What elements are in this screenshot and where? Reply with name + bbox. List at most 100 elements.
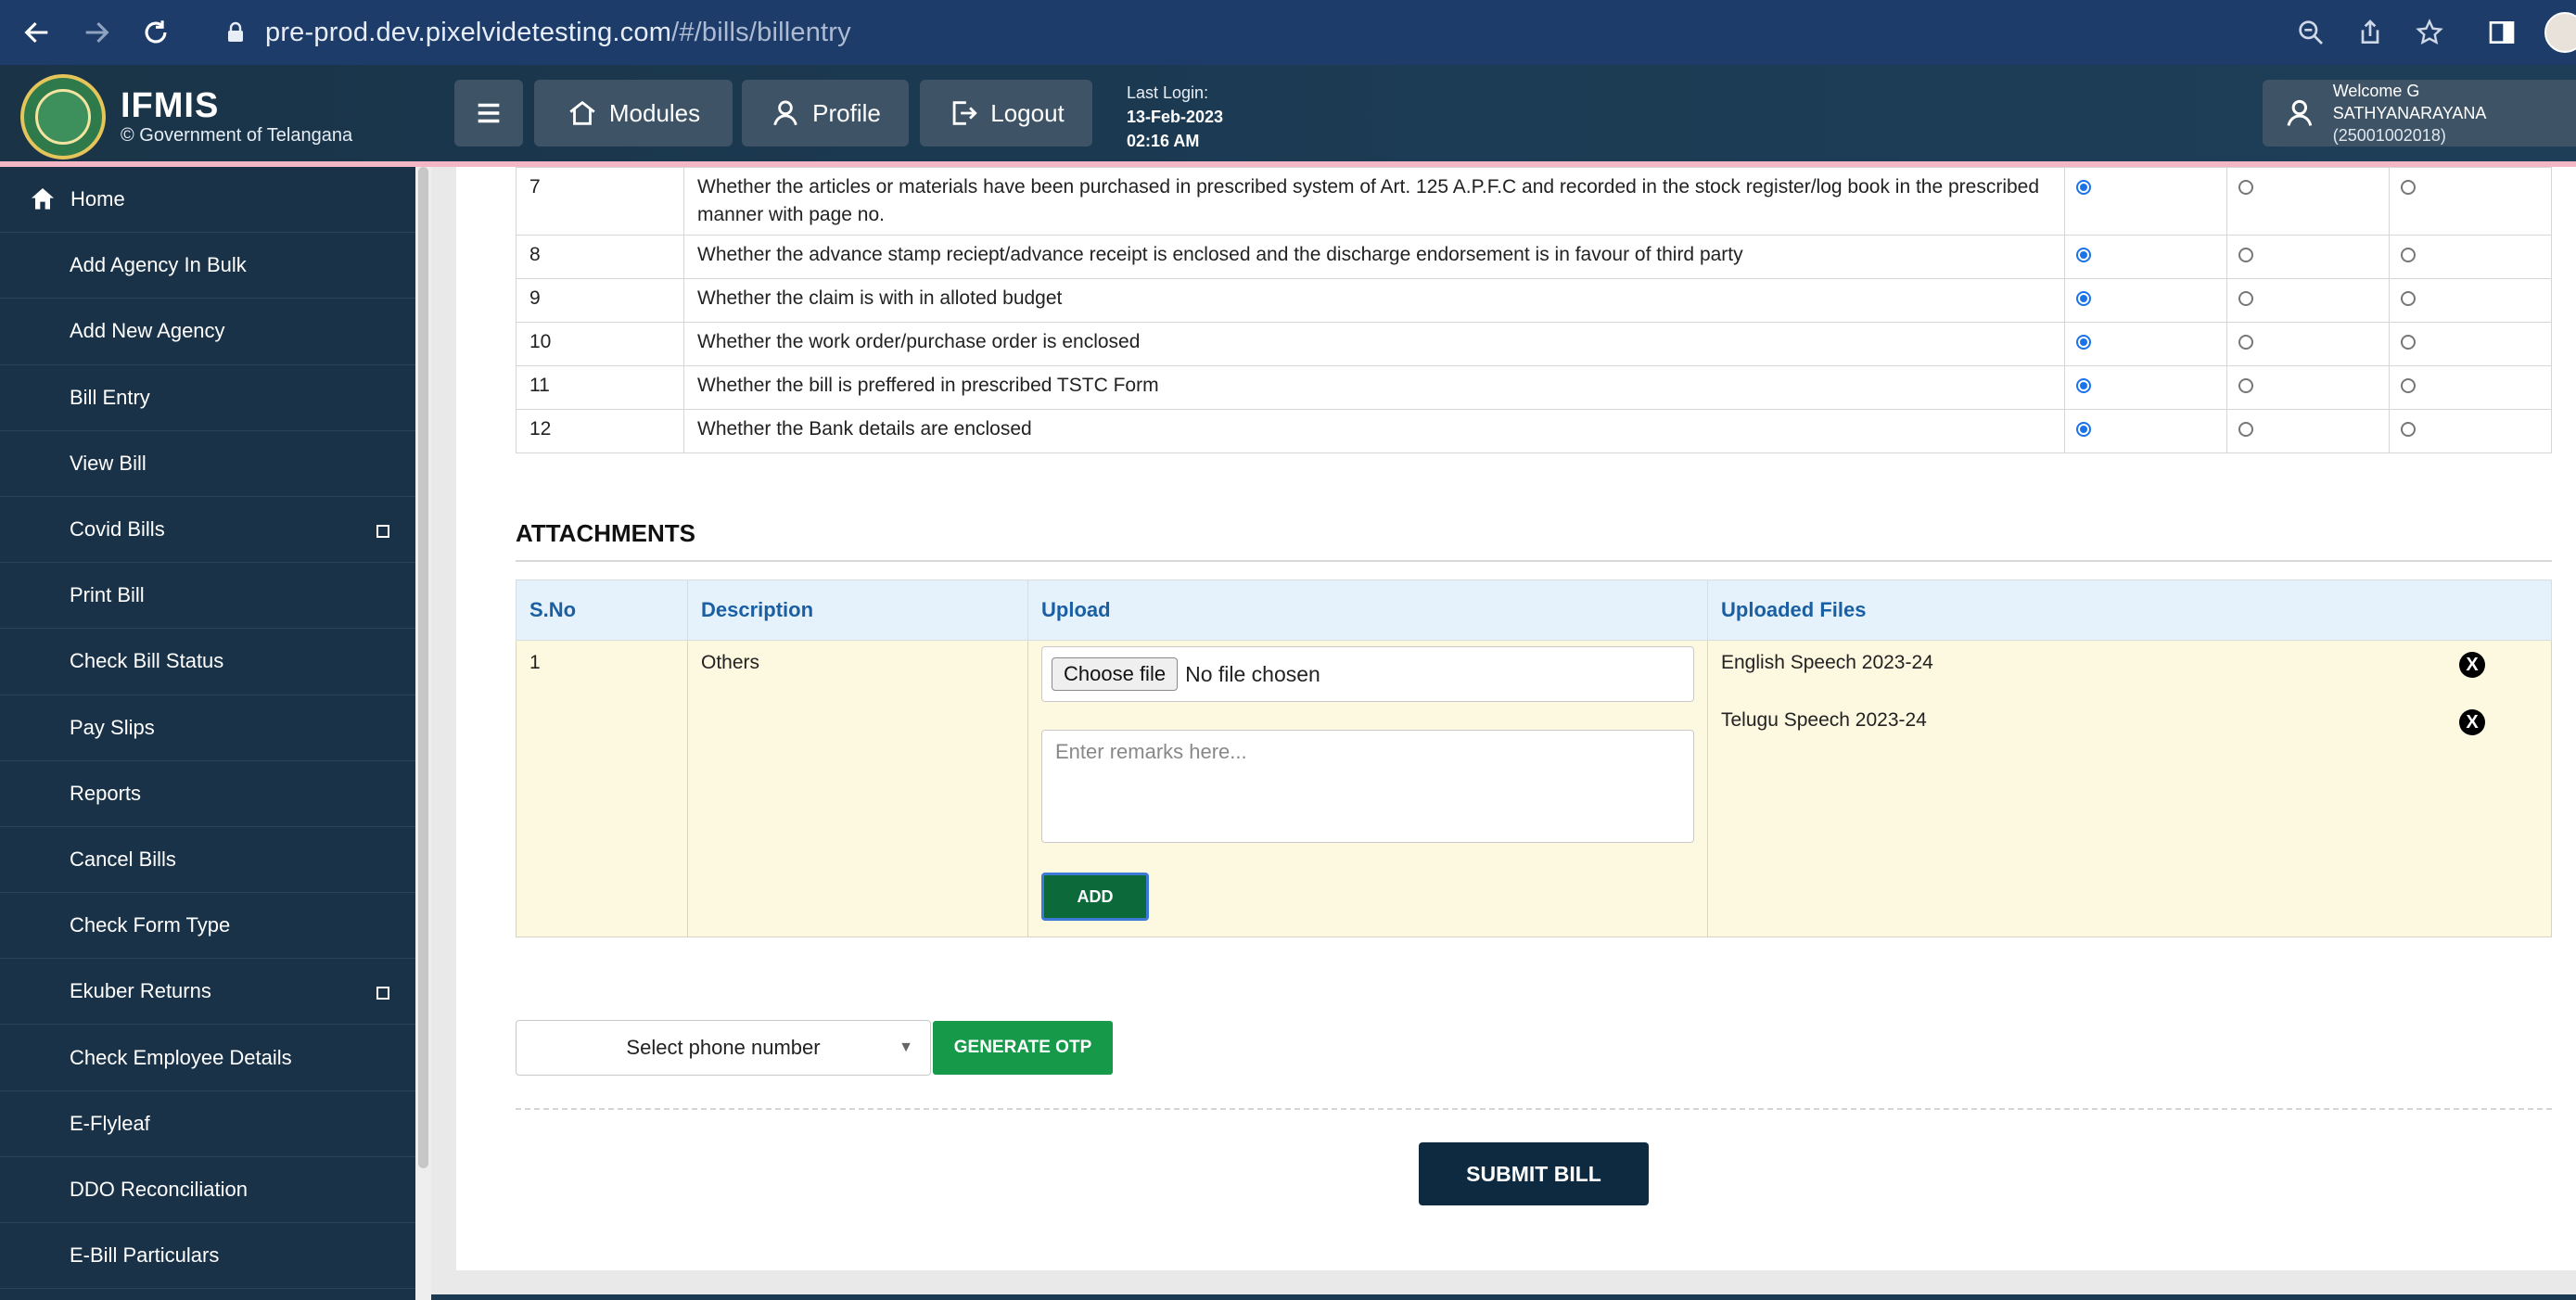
checklist-table: 7 Whether the articles or materials have… [516, 167, 2552, 453]
dropdown-caret-icon: ▼ [899, 1039, 913, 1055]
file-status-text: No file chosen [1185, 661, 1320, 686]
user-icon [2287, 99, 2313, 126]
back-icon[interactable] [7, 0, 67, 65]
choose-file-button[interactable]: Choose file [1052, 657, 1179, 691]
home-icon [32, 188, 54, 210]
radio-na[interactable] [2401, 291, 2416, 306]
sidebar-item-home[interactable]: Home [0, 167, 415, 234]
sidebar-item-covid-bills[interactable]: Covid Bills [0, 497, 415, 564]
sidebar-item-ddo-reconciliation[interactable]: DDO Reconciliation [0, 1157, 415, 1223]
app-logo[interactable]: IFMIS © Government of Telangana [20, 74, 352, 159]
column-header-description: Description [687, 580, 1028, 641]
sidebar-item-view-bill[interactable]: View Bill [0, 431, 415, 497]
expand-square-icon [376, 524, 389, 538]
row-number: 11 [516, 365, 684, 410]
sidebar-nav: Home Add Agency In Bulk Add New Agency B… [0, 167, 415, 1300]
sidebar-item-check-bill-status[interactable]: Check Bill Status [0, 629, 415, 695]
radio-na[interactable] [2401, 180, 2416, 195]
sidebar-item-ekuber-returns[interactable]: Ekuber Returns [0, 959, 415, 1026]
radio-na[interactable] [2401, 422, 2416, 437]
generate-otp-button[interactable]: GENERATE OTP [933, 1021, 1113, 1075]
table-row: 12 Whether the Bank details are enclosed [516, 409, 2552, 453]
browser-profile-avatar[interactable] [2544, 12, 2576, 53]
radio-yes[interactable] [2076, 378, 2091, 393]
user-welcome-panel[interactable]: Welcome G SATHYANARAYANA (25001002018) [2263, 80, 2576, 147]
attachments-divider [516, 560, 2552, 562]
telangana-emblem-icon [20, 74, 106, 159]
radio-no[interactable] [2238, 335, 2253, 350]
table-row: 10 Whether the work order/purchase order… [516, 322, 2552, 366]
modules-button[interactable]: Modules [534, 80, 733, 147]
uploaded-file-name[interactable]: Telugu Speech 2023-24 [1721, 709, 1927, 732]
table-row: 1 Others Choose file No file chosen Ente… [516, 640, 2552, 937]
radio-yes[interactable] [2076, 422, 2091, 437]
remove-file-icon[interactable]: X [2459, 652, 2485, 678]
sidebar-item-bill-entry[interactable]: Bill Entry [0, 365, 415, 431]
bookmark-star-icon[interactable] [2400, 0, 2459, 65]
radio-yes[interactable] [2076, 180, 2091, 195]
radio-no[interactable] [2238, 291, 2253, 306]
sidepanel-icon[interactable] [2472, 0, 2531, 65]
uploaded-file-item: English Speech 2023-24 X [1721, 652, 2500, 709]
attachments-heading: ATTACHMENTS [516, 519, 696, 547]
radio-no[interactable] [2238, 378, 2253, 393]
radio-na[interactable] [2401, 335, 2416, 350]
radio-no[interactable] [2238, 248, 2253, 262]
uploaded-file-name[interactable]: English Speech 2023-24 [1721, 652, 1933, 674]
reload-icon[interactable] [126, 0, 185, 65]
sidebar-item-reports[interactable]: Reports [0, 761, 415, 827]
sidebar-item-print-bill[interactable]: Print Bill [0, 563, 415, 630]
attachment-sno: 1 [516, 640, 688, 937]
row-number: 7 [516, 167, 684, 236]
sidebar-item-e-flyleaf[interactable]: E-Flyleaf [0, 1091, 415, 1157]
radio-na[interactable] [2401, 378, 2416, 393]
expand-square-icon [376, 987, 389, 1000]
sidebar-item-check-employee-details[interactable]: Check Employee Details [0, 1025, 415, 1091]
phone-number-select[interactable]: Select phone number ▼ [516, 1020, 931, 1076]
check-question: Whether the Bank details are enclosed [683, 409, 2065, 453]
check-question: Whether the articles or materials have b… [683, 167, 2065, 236]
remove-file-icon[interactable]: X [2459, 709, 2485, 735]
menu-toggle-button[interactable] [454, 80, 523, 147]
radio-na[interactable] [2401, 248, 2416, 262]
address-bar[interactable]: pre-prod.dev.pixelvidetesting.com/#/bill… [197, 6, 2459, 59]
table-row: 9 Whether the claim is with in alloted b… [516, 278, 2552, 323]
attachments-table: S.No Description Upload Uploaded Files 1… [516, 580, 2552, 937]
welcome-text: Welcome G SATHYANARAYANA [2332, 82, 2487, 122]
sidebar-item-add-agency-in-bulk[interactable]: Add Agency In Bulk [0, 233, 415, 300]
profile-button[interactable]: Profile [742, 80, 909, 147]
radio-no[interactable] [2238, 180, 2253, 195]
remarks-textarea[interactable]: Enter remarks here... [1041, 730, 1694, 843]
page-footer-bar [431, 1294, 2576, 1300]
table-row: 8 Whether the advance stamp reciept/adva… [516, 235, 2552, 279]
file-input[interactable]: Choose file No file chosen [1041, 646, 1694, 702]
sidebar-item-e-bill-particulars[interactable]: E-Bill Particulars [0, 1223, 415, 1290]
share-icon[interactable] [2340, 0, 2400, 65]
hamburger-icon [478, 103, 500, 123]
brand-subtitle: © Government of Telangana [121, 125, 353, 146]
uploaded-files-cell: English Speech 2023-24 X Telugu Speech 2… [1707, 640, 2552, 937]
add-attachment-button[interactable]: ADD [1041, 873, 1149, 921]
column-header-uploaded-files: Uploaded Files [1707, 580, 2552, 641]
sidebar-item-check-form-type[interactable]: Check Form Type [0, 893, 415, 960]
row-number: 8 [516, 235, 684, 279]
radio-no[interactable] [2238, 422, 2253, 437]
scrollbar-thumb[interactable] [418, 167, 428, 1168]
submit-bill-button[interactable]: SUBMIT BILL [1419, 1142, 1649, 1205]
sidebar-item-add-new-agency[interactable]: Add New Agency [0, 299, 415, 365]
radio-yes[interactable] [2076, 291, 2091, 306]
row-number: 9 [516, 278, 684, 323]
browser-toolbar: pre-prod.dev.pixelvidetesting.com/#/bill… [0, 0, 2576, 65]
radio-yes[interactable] [2076, 335, 2091, 350]
check-question: Whether the claim is with in alloted bud… [683, 278, 2065, 323]
table-row: 7 Whether the articles or materials have… [516, 167, 2552, 236]
sidebar-item-pay-slips[interactable]: Pay Slips [0, 695, 415, 761]
sidebar-scrollbar[interactable] [415, 167, 431, 1300]
user-id: (25001002018) [2332, 126, 2446, 145]
brand-name: IFMIS [121, 86, 220, 125]
radio-yes[interactable] [2076, 248, 2091, 262]
logout-button[interactable]: Logout [920, 80, 1092, 147]
forward-icon[interactable] [67, 0, 126, 65]
zoom-icon[interactable] [2281, 0, 2340, 65]
sidebar-item-cancel-bills[interactable]: Cancel Bills [0, 827, 415, 894]
